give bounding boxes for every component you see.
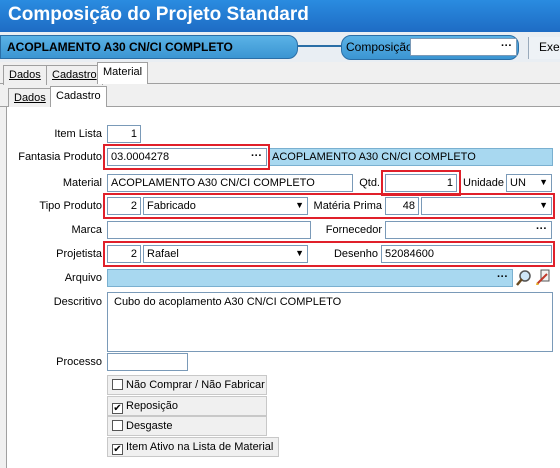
descritivo-label: Descritivo [53,296,102,308]
checkbox-label: Não Comprar / Não Fabricar [126,379,265,391]
composicao-browse-button[interactable]: ··· [501,40,512,52]
item-lista-field[interactable]: 1 [107,125,141,143]
arquivo-label: Arquivo [64,272,102,284]
fornecedor-browse-button[interactable]: ··· [536,223,547,235]
fantasia-produto-label: Fantasia Produto [18,151,102,163]
search-icon[interactable] [515,269,533,287]
checkbox-desgaste[interactable]: Desgaste [107,416,267,436]
checkbox-reposicao[interactable]: ✔ Reposição [107,396,267,416]
checkbox-box[interactable]: ✔ [112,403,123,414]
tab-material-label: Material [103,66,143,78]
fantasia-produto-description: ACOPLAMENTO A30 CN/CI COMPLETO [268,148,553,166]
composicao-input[interactable]: ··· [410,38,517,56]
tab-cadastro-label: Cadastro [52,69,97,81]
composicao-label: Composição [346,40,413,54]
unidade-select[interactable]: UN ▼ [506,174,552,192]
checkbox-item-ativo[interactable]: ✔ Item Ativo na Lista de Material [107,437,279,457]
tipo-produto-label: Tipo Produto [39,200,102,212]
tab-material[interactable]: Material [97,62,149,84]
material-field[interactable]: ACOPLAMENTO A30 CN/CI COMPLETO [107,174,353,192]
processo-field[interactable] [107,353,188,371]
item-lista-label: Item Lista [54,128,102,140]
exec-button[interactable]: Exec [528,37,560,59]
checkbox-label: Item Ativo na Lista de Material [126,441,274,453]
projetista-label: Projetista [56,248,102,260]
arquivo-field[interactable]: ··· [107,269,513,287]
subtab-cadastro[interactable]: Cadastro [50,86,107,108]
material-label: Material [62,177,102,189]
descritivo-textarea[interactable]: Cubo do acoplamento A30 CN/CI COMPLETO [107,292,553,352]
clear-icon[interactable] [535,268,553,286]
checkbox-box[interactable]: ✔ [112,444,123,455]
processo-label: Processo [56,356,102,368]
marca-field[interactable] [107,221,311,239]
window-title: Composição do Projeto Standard [0,0,560,32]
subtab-dados-label: Dados [14,92,46,104]
tab-dados-label: Dados [9,69,41,81]
qtd-label: Qtd. [359,177,380,189]
checkbox-box[interactable] [112,379,123,390]
product-banner: ACOPLAMENTO A30 CN/CI COMPLETO [0,35,298,59]
checkbox-nao-comprar[interactable]: Não Comprar / Não Fabricar [107,375,267,395]
tab-cadastro[interactable]: Cadastro [46,65,103,85]
tab-dados[interactable]: Dados [3,65,47,85]
checkbox-label: Desgaste [126,420,173,432]
checkbox-box[interactable] [112,420,123,431]
annotation-box-tipo-materia [103,193,555,219]
marca-label: Marca [71,224,102,236]
arquivo-browse-button[interactable]: ··· [497,271,508,283]
fornecedor-label: Fornecedor [325,224,382,236]
banner-connector [298,45,342,47]
checkbox-label: Reposição [126,400,178,412]
fornecedor-field[interactable]: ··· [385,221,552,239]
subtab-dados[interactable]: Dados [8,88,52,108]
annotation-box-projetista-desenho [103,241,555,267]
subtab-cadastro-label: Cadastro [56,90,101,102]
unidade-label: Unidade [463,177,504,189]
unidade-value: UN [510,177,526,189]
chevron-down-icon: ▼ [539,177,548,187]
annotation-box-fantasia [103,144,270,170]
